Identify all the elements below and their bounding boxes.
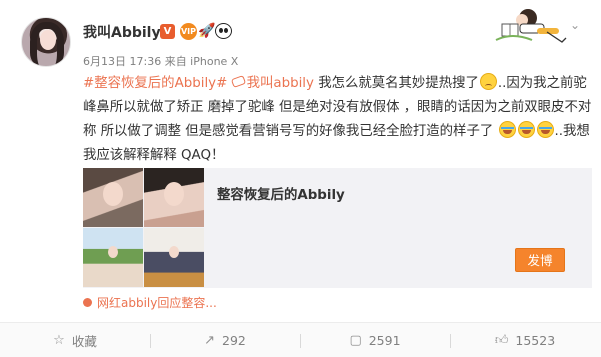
cry-emoji-icon <box>536 121 554 138</box>
post-button[interactable]: 发博 <box>515 248 565 272</box>
repost-count: 292 <box>222 333 246 348</box>
repost-icon: ↗ <box>204 333 216 348</box>
video-link[interactable]: 网红abbily回应整容... <box>83 294 217 311</box>
avatar[interactable] <box>21 17 71 67</box>
chevron-down-icon[interactable]: ⌄ <box>570 18 580 32</box>
username[interactable]: 我叫Abbily <box>83 22 161 42</box>
video-link-text: 网红abbily回应整容... <box>97 296 217 310</box>
thumbnail-image[interactable] <box>144 168 204 227</box>
repost-button[interactable]: ↗ 292 <box>150 323 300 357</box>
vip-badge-icon[interactable]: VIP <box>180 23 197 40</box>
face-shape <box>169 246 179 258</box>
cry-emoji-icon <box>517 121 535 138</box>
video-link-icon <box>83 298 92 307</box>
favorite-label: 收藏 <box>71 334 97 349</box>
like-count: 15523 <box>515 333 556 348</box>
comment-count: 2591 <box>368 333 401 348</box>
rocket-badge-icon[interactable]: 🚀 <box>198 22 215 40</box>
face-shape <box>164 182 184 206</box>
sad-emoji-icon <box>479 73 497 90</box>
action-bar: ☆ 收藏 ↗ 292 ▢ 2591 👍︎ 15523 <box>0 322 601 357</box>
thumbnail-image[interactable] <box>144 228 204 287</box>
comment-icon: ▢ <box>349 333 362 348</box>
link-icon <box>230 75 246 88</box>
post-content: #整容恢复后的Abbily# 我叫abbily 我怎么就莫名其妙提热搜了 ..因为… <box>83 72 593 168</box>
verified-badge-icon[interactable]: V <box>160 24 175 39</box>
reading-girl-decoration-icon <box>495 9 567 43</box>
user-mention-link[interactable]: 我叫abbily <box>230 75 314 91</box>
face-shape <box>103 182 123 206</box>
weibo-post-card: 我叫Abbily V VIP 🚀 6月13日 17:36 来自 iPhone X… <box>0 0 601 357</box>
panda-badge-icon[interactable] <box>215 23 232 39</box>
star-icon: ☆ <box>53 333 65 348</box>
topic-link[interactable]: #整容恢复后的Abbily# <box>83 76 227 91</box>
post-meta[interactable]: 6月13日 17:36 来自 iPhone X <box>83 53 238 69</box>
comment-button[interactable]: ▢ 2591 <box>300 323 450 357</box>
thumbnail-image[interactable] <box>83 228 143 287</box>
mention-text: 我叫abbily <box>246 76 314 91</box>
thumbnail-image[interactable] <box>83 168 143 227</box>
avatar-face <box>40 30 56 50</box>
thumbs-up-icon: 👍︎ <box>494 333 509 348</box>
post-text-1: 我怎么就莫名其妙提热搜了 <box>313 76 479 91</box>
video-card[interactable]: 整容恢复后的Abbily 发博 <box>83 168 592 288</box>
cry-emoji-icon <box>498 121 516 138</box>
face-shape <box>108 246 118 258</box>
video-card-title[interactable]: 整容恢复后的Abbily <box>217 183 345 203</box>
like-button[interactable]: 👍︎ 15523 <box>450 323 600 357</box>
favorite-button[interactable]: ☆ 收藏 <box>0 323 150 357</box>
